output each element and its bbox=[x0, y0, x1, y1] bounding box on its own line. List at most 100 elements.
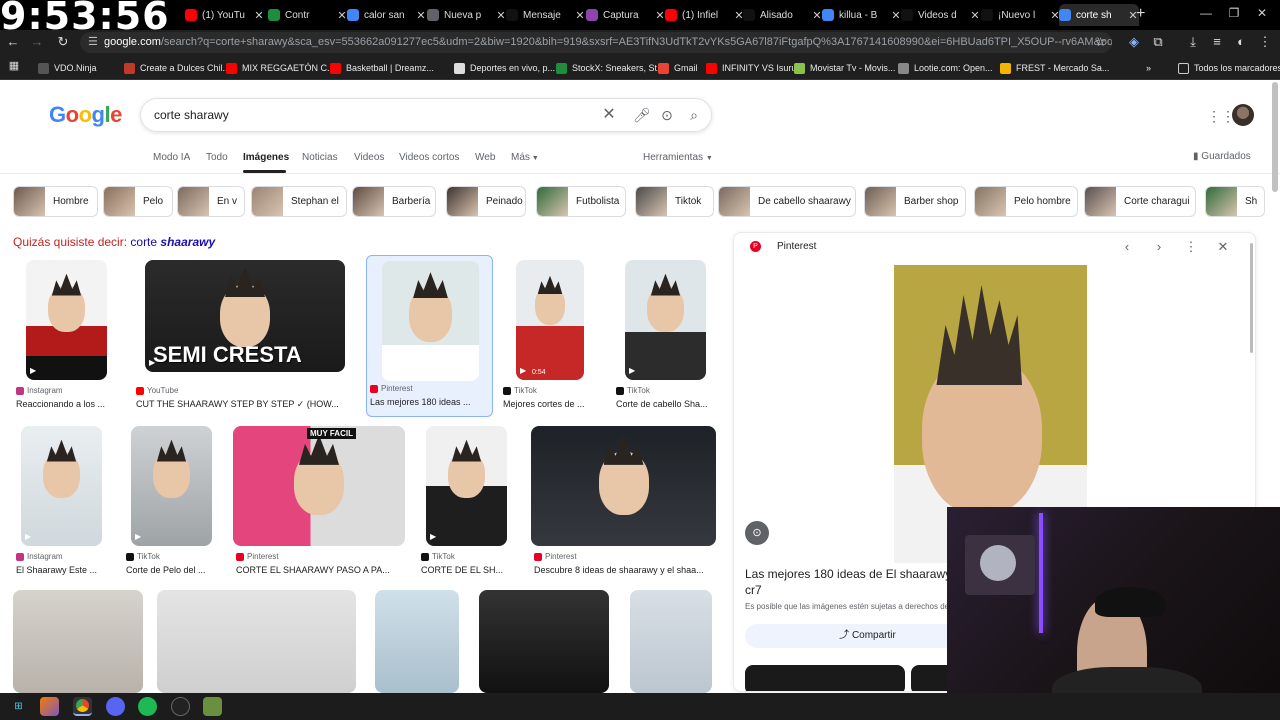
filter-chip[interactable]: De cabello shaarawy bbox=[718, 186, 856, 217]
obs-icon[interactable] bbox=[171, 697, 190, 716]
browser-tab[interactable]: ¡Nuevo l ✕ bbox=[981, 4, 1061, 26]
image-result[interactable]: Pinterest Las mejores 180 ideas ... bbox=[366, 255, 493, 417]
result-title[interactable]: CORTE DE EL SH... bbox=[421, 565, 517, 575]
result-title[interactable]: El Shaarawy Este ... bbox=[16, 565, 112, 575]
filter-chip[interactable]: Corte charagui bbox=[1084, 186, 1196, 217]
discord-icon[interactable] bbox=[106, 697, 125, 716]
avatar[interactable] bbox=[1232, 104, 1254, 126]
all-bookmarks[interactable]: Todos los marcadores bbox=[1178, 61, 1280, 75]
mic-icon[interactable]: 🎤︎ bbox=[633, 107, 651, 123]
result-title[interactable]: Corte de Pelo del ... bbox=[126, 565, 218, 575]
nav-tab[interactable]: Imágenes bbox=[243, 152, 289, 163]
filter-chip[interactable]: Barbería bbox=[352, 186, 436, 217]
filter-chip[interactable]: Stephan el bbox=[251, 186, 347, 217]
panel-source[interactable]: P Pinterest bbox=[750, 241, 816, 252]
tab-close-icon[interactable]: ✕ bbox=[969, 9, 981, 22]
bookmark-item[interactable]: MIX REGGAETÓN C... bbox=[226, 61, 335, 75]
google-logo[interactable]: Google bbox=[49, 102, 122, 128]
image-result[interactable]: ▶ TikTok CORTE DE EL SH... bbox=[418, 424, 518, 586]
browser-tab[interactable]: (1) Infiel ✕ bbox=[665, 4, 745, 26]
did-you-mean-link[interactable]: corte shaarawy bbox=[130, 235, 215, 249]
panel-title[interactable]: Las mejores 180 ideas de El shaarawy cr7 bbox=[745, 566, 955, 598]
browser-tab[interactable]: Nueva p ✕ bbox=[427, 4, 507, 26]
lens-search-icon[interactable]: ⊙ bbox=[745, 521, 769, 545]
bookmark-item[interactable]: INFINITY VS Isurus bbox=[706, 61, 801, 75]
bookmark-item[interactable]: Basketball | Dreamz... bbox=[330, 61, 434, 75]
result-title[interactable]: Mejores cortes de ... bbox=[503, 399, 597, 409]
bookmark-star-icon[interactable]: ☆ bbox=[1095, 32, 1106, 53]
close-window-button[interactable]: ✕ bbox=[1252, 6, 1272, 20]
image-result[interactable]: Pinterest Descubre 8 ideas de shaarawy y … bbox=[531, 424, 718, 586]
forward-icon[interactable]: → bbox=[28, 34, 46, 49]
filter-chip[interactable]: Barber shop bbox=[864, 186, 966, 217]
filter-chip[interactable]: Pelo bbox=[103, 186, 173, 217]
bookmark-item[interactable]: FREST - Mercado Sa... bbox=[1000, 61, 1109, 75]
extensions-puzzle-icon[interactable]: ⧉ bbox=[1149, 34, 1167, 50]
result-title[interactable]: CORTE EL SHAARAWY PASO A PA... bbox=[236, 565, 406, 575]
reload-icon[interactable]: ↻ bbox=[54, 34, 72, 50]
nav-tab[interactable]: Web bbox=[475, 152, 495, 163]
next-result-icon[interactable]: › bbox=[1152, 239, 1166, 254]
result-title[interactable]: Descubre 8 ideas de shaarawy y el shaa..… bbox=[534, 565, 717, 575]
address-bar[interactable]: ☰ google.com/search?q=corte+sharawy&sca_… bbox=[80, 32, 1112, 53]
more-options-icon[interactable]: ⋮ bbox=[1184, 239, 1198, 255]
spotify-icon[interactable] bbox=[138, 697, 157, 716]
search-input[interactable]: corte sharawy bbox=[154, 108, 229, 122]
tab-close-icon[interactable]: ✕ bbox=[574, 9, 586, 22]
browser-tab[interactable]: killua - B ✕ bbox=[822, 4, 902, 26]
bookmark-item[interactable]: Lootie.com: Open... bbox=[898, 61, 993, 75]
prev-result-icon[interactable]: ‹ bbox=[1120, 239, 1134, 254]
image-result[interactable]: ▶ Instagram El Shaarawy Este ... bbox=[13, 424, 113, 586]
download-icon[interactable]: ⤓ bbox=[1184, 34, 1202, 50]
browser-tab[interactable]: Mensaje ✕ bbox=[506, 4, 586, 26]
bookmark-item[interactable]: VDO.Ninja bbox=[38, 61, 97, 75]
tools-menu[interactable]: Herramientas ▼ bbox=[643, 152, 713, 163]
bookmark-item[interactable]: Deportes en vivo, p... bbox=[454, 61, 555, 75]
result-title[interactable]: Las mejores 180 ideas ... bbox=[370, 397, 493, 407]
filter-chip[interactable]: Pelo hombre bbox=[974, 186, 1078, 217]
windows-start-icon[interactable]: ⊞ bbox=[9, 697, 28, 716]
filter-chip[interactable]: Tiktok bbox=[635, 186, 714, 217]
image-result[interactable]: ▶ TikTok Corte de cabello Sha... bbox=[613, 258, 718, 420]
close-panel-icon[interactable]: ✕ bbox=[1216, 239, 1230, 255]
apps-grid-icon[interactable]: ▦ bbox=[5, 59, 23, 72]
profile-icon[interactable]: ◐ bbox=[1232, 34, 1250, 49]
image-result[interactable]: MUY FACIL Pinterest CORTE EL SHAARAWY PASO… bbox=[233, 424, 407, 586]
tab-close-icon[interactable]: ✕ bbox=[415, 9, 427, 22]
saved-button[interactable]: ▮ Guardados bbox=[1193, 151, 1251, 162]
search-icon[interactable]: ⌕ bbox=[686, 107, 702, 123]
copilot-icon[interactable] bbox=[40, 697, 59, 716]
browser-tab[interactable]: Contr ✕ bbox=[268, 4, 348, 26]
nav-tab[interactable]: Videos cortos bbox=[399, 152, 459, 163]
filter-chip[interactable]: Futbolista bbox=[536, 186, 626, 217]
image-result[interactable]: ▶ 0:54 TikTok Mejores cortes de ... bbox=[500, 258, 598, 420]
nav-tab[interactable]: Más ▼ bbox=[511, 152, 539, 163]
result-title[interactable]: Corte de cabello Sha... bbox=[616, 399, 717, 409]
nav-tab[interactable]: Videos bbox=[354, 152, 384, 163]
chrome-icon[interactable] bbox=[73, 697, 92, 716]
extension-icon[interactable]: ◈ bbox=[1125, 34, 1143, 50]
panel-scrollbar[interactable] bbox=[1250, 243, 1253, 353]
search-box[interactable]: corte sharawy ✕ 🎤︎ ⊙ ⌕ bbox=[140, 98, 712, 132]
minecraft-icon[interactable] bbox=[203, 697, 222, 716]
google-apps-icon[interactable]: ⋮⋮ bbox=[1207, 108, 1235, 125]
filter-chip[interactable]: Hombre bbox=[13, 186, 98, 217]
nav-tab[interactable]: Noticias bbox=[302, 152, 338, 163]
related-image[interactable] bbox=[745, 665, 905, 691]
bookmark-item[interactable]: Create a Dulces Chil... bbox=[124, 61, 230, 75]
browser-tab[interactable]: calor san ✕ bbox=[347, 4, 427, 26]
browser-tab[interactable]: Alisado ✕ bbox=[743, 4, 823, 26]
minimize-button[interactable]: — bbox=[1196, 6, 1216, 20]
menu-icon[interactable]: ⋮ bbox=[1256, 34, 1274, 50]
tab-close-icon[interactable]: ✕ bbox=[253, 9, 265, 22]
clear-icon[interactable]: ✕ bbox=[601, 107, 617, 123]
filter-chip[interactable]: Sh bbox=[1205, 186, 1265, 217]
bookmark-item[interactable]: StockX: Sneakers, St... bbox=[556, 61, 665, 75]
lens-icon[interactable]: ⊙ bbox=[659, 107, 675, 123]
nav-tab[interactable]: Modo IA bbox=[153, 152, 190, 163]
back-icon[interactable]: ← bbox=[4, 34, 22, 49]
filter-chip[interactable]: Peinado bbox=[446, 186, 526, 217]
queue-icon[interactable]: ≡ bbox=[1208, 34, 1226, 49]
filter-chip[interactable]: En v bbox=[177, 186, 245, 217]
new-tab-button[interactable]: + bbox=[1136, 5, 1145, 23]
